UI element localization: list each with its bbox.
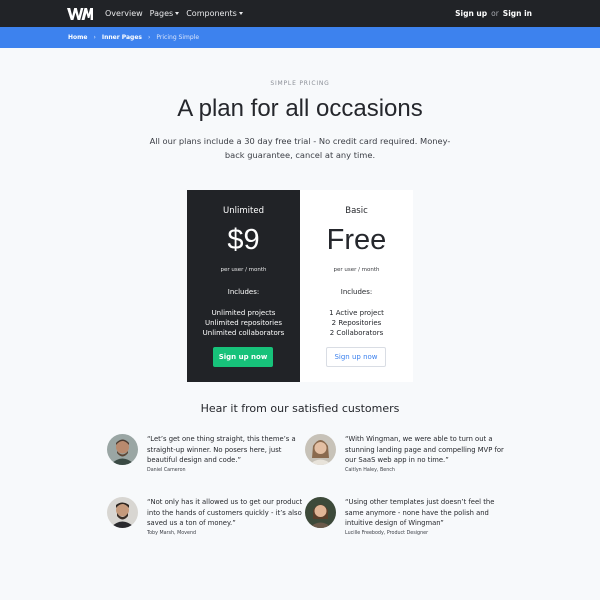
signup-unlimited-button[interactable]: Sign up now — [213, 347, 273, 367]
avatar — [305, 497, 336, 528]
plan-feature: Unlimited collaborators — [202, 329, 285, 337]
plan-feature-list: Unlimited projects Unlimited repositorie… — [187, 308, 300, 338]
testimonial-author: Caitlyn Haley, Bench — [345, 468, 395, 473]
plan-feature: 2 Repositories — [331, 319, 382, 327]
plan-includes-label: Includes: — [227, 288, 260, 296]
plan-feature: 2 Collaborators — [329, 329, 384, 337]
testimonial-author: Daniel Cameron — [147, 468, 186, 473]
nav-overview-link[interactable]: Overview — [105, 9, 143, 18]
testimonial-author: Lucille Freebody, Product Designer — [345, 531, 429, 536]
breadcrumb-home-link[interactable]: Home — [68, 34, 87, 41]
plan-includes-label: Includes: — [340, 288, 373, 296]
avatar — [107, 434, 138, 465]
nav-pages-dropdown[interactable]: Pages — [150, 9, 180, 18]
plan-per-unit: per user / month — [220, 267, 267, 273]
testimonial-quote: “With Wingman, we were able to turn out … — [345, 435, 504, 464]
plan-name: Basic — [345, 206, 368, 216]
testimonials-heading: Hear it from our satisfied customers — [200, 402, 400, 415]
breadcrumb-current: Pricing Simple — [156, 34, 200, 41]
plan-name: Unlimited — [223, 206, 264, 216]
nav-pages-label: Pages — [149, 9, 174, 18]
nav-overview-label: Overview — [105, 9, 143, 18]
breadcrumb-separator: › — [148, 34, 151, 41]
testimonial-quote: “Using other templates just doesn’t feel… — [345, 498, 495, 527]
plan-feature-list: 1 Active project 2 Repositories 2 Collab… — [300, 308, 413, 338]
page-lead: All our plans include a 30 day free tria… — [149, 136, 451, 160]
avatar — [107, 497, 138, 528]
breadcrumb-separator: › — [93, 34, 96, 41]
nav-components-dropdown[interactable]: Components — [186, 9, 243, 18]
testimonial-quote: “Not only has it allowed us to get our p… — [147, 498, 303, 527]
wingman-logo-icon[interactable] — [67, 8, 93, 20]
section-eyebrow: SIMPLE PRICING — [270, 80, 330, 87]
page-title: A plan for all occasions — [177, 95, 423, 122]
plan-feature: 1 Active project — [329, 309, 384, 317]
nav-or-text: or — [491, 9, 499, 18]
caret-down-icon — [238, 12, 243, 15]
nav-components-label: Components — [186, 9, 237, 18]
plan-price: Free — [326, 224, 387, 256]
testimonial-quote: “Let’s get one thing straight, this them… — [147, 435, 296, 464]
nav-signin-link[interactable]: Sign in — [503, 9, 532, 18]
plan-price: $9 — [227, 224, 260, 256]
plan-card-unlimited: Unlimited $9 per user / month Includes: … — [187, 190, 300, 382]
plan-per-unit: per user / month — [333, 267, 380, 273]
nav-signup-link[interactable]: Sign up — [455, 9, 487, 18]
navbar: Overview Pages Components Sign up or Sig… — [0, 0, 600, 27]
signup-basic-button[interactable]: Sign up now — [326, 347, 386, 367]
avatar — [305, 434, 336, 465]
breadcrumb-inner-pages-link[interactable]: Inner Pages — [102, 34, 142, 41]
breadcrumb: Home › Inner Pages › Pricing Simple — [0, 27, 600, 48]
caret-down-icon — [175, 12, 180, 15]
plan-card-basic: Basic Free per user / month Includes: 1 … — [300, 190, 413, 382]
plan-feature: Unlimited projects — [211, 309, 276, 317]
plan-feature: Unlimited repositories — [204, 319, 283, 327]
testimonial-author: Toby Marsh, Movend — [147, 531, 197, 536]
